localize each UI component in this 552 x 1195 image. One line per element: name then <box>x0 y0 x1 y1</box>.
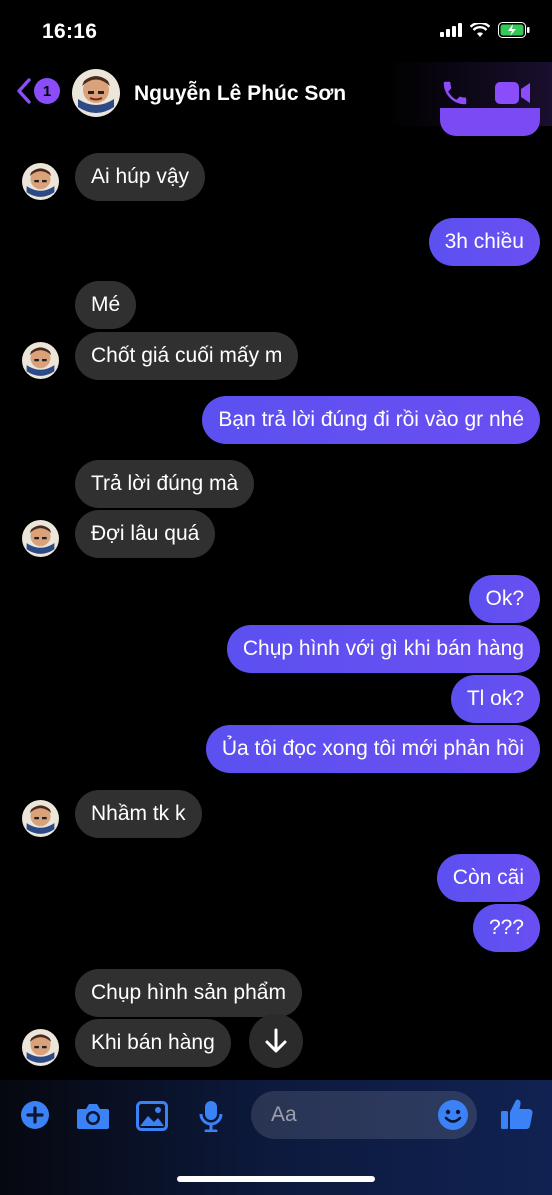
message-bubble-outgoing[interactable]: Ok? <box>469 575 540 623</box>
video-call-button[interactable] <box>494 80 532 111</box>
sender-avatar[interactable] <box>22 800 59 837</box>
home-indicator <box>177 1176 375 1182</box>
message-bubble-incoming[interactable]: Chốt giá cuối mấy m <box>75 332 299 380</box>
wifi-icon <box>470 22 490 37</box>
thumbs-up-icon <box>501 1099 533 1129</box>
message-bubble-incoming[interactable]: Chụp hình sản phẩm <box>75 969 302 1017</box>
message-bubble-outgoing[interactable]: Chụp hình với gì khi bán hàng <box>226 625 540 673</box>
sender-avatar[interactable] <box>22 342 59 379</box>
emoji-button[interactable] <box>437 1099 469 1136</box>
sender-avatar[interactable] <box>22 1029 59 1066</box>
sender-avatar[interactable] <box>22 163 59 200</box>
smiley-icon <box>438 1100 468 1130</box>
voice-message-button[interactable] <box>199 1100 223 1132</box>
status-time: 16:16 <box>42 20 98 43</box>
image-icon <box>136 1101 168 1131</box>
sender-avatar[interactable] <box>22 520 59 557</box>
message-bubble-outgoing[interactable]: Ủa tôi đọc xong tôi mới phản hồi <box>205 725 540 773</box>
message-bubble-outgoing[interactable]: Tl ok? <box>450 675 540 723</box>
message-bubble-outgoing[interactable]: Còn cãi <box>436 854 540 902</box>
message-bubble-outgoing[interactable]: 3h chiều <box>428 218 540 266</box>
back-button[interactable]: 1 <box>16 78 60 104</box>
plus-circle-icon <box>21 1101 49 1129</box>
message-bubble-outgoing[interactable]: ??? <box>472 904 540 952</box>
message-bubble-incoming[interactable]: Ai húp vậy <box>75 153 206 201</box>
like-button[interactable] <box>500 1097 534 1131</box>
message-bubble-incoming[interactable]: Khi bán hàng <box>75 1019 231 1067</box>
phone-icon <box>443 81 467 105</box>
contact-avatar[interactable] <box>72 69 120 117</box>
chevron-left-icon <box>17 78 31 104</box>
scroll-to-bottom-button[interactable] <box>249 1014 303 1068</box>
arrow-down-icon <box>265 1028 287 1053</box>
video-camera-icon <box>495 82 530 104</box>
message-bubble-incoming[interactable]: Nhầm tk k <box>75 790 202 838</box>
microphone-icon <box>199 1101 223 1132</box>
camera-icon <box>77 1104 109 1129</box>
status-bar: 16:16 <box>0 0 552 62</box>
signal-icon <box>440 23 462 37</box>
contact-name[interactable]: Nguyễn Lê Phúc Sơn <box>134 82 346 106</box>
message-list[interactable]: Ai húp vậy 3h chiều Mé Chốt giá cuối mấy… <box>0 126 552 1080</box>
status-icons <box>440 22 530 38</box>
camera-button[interactable] <box>76 1102 110 1130</box>
message-bubble-incoming[interactable]: Trả lời đúng mà <box>75 460 255 508</box>
message-bubble-outgoing[interactable]: Bạn trả lời đúng đi rồi vào gr nhé <box>202 396 540 444</box>
message-input[interactable] <box>271 1091 441 1139</box>
gallery-button[interactable] <box>136 1101 168 1131</box>
message-input-container[interactable] <box>251 1091 477 1139</box>
message-bubble-incoming[interactable]: Mé <box>75 281 137 329</box>
message-bubble-incoming[interactable]: Đợi lâu quá <box>75 510 216 558</box>
battery-charging-icon <box>498 22 530 38</box>
more-actions-button[interactable] <box>20 1100 50 1130</box>
unread-badge: 1 <box>34 78 60 104</box>
